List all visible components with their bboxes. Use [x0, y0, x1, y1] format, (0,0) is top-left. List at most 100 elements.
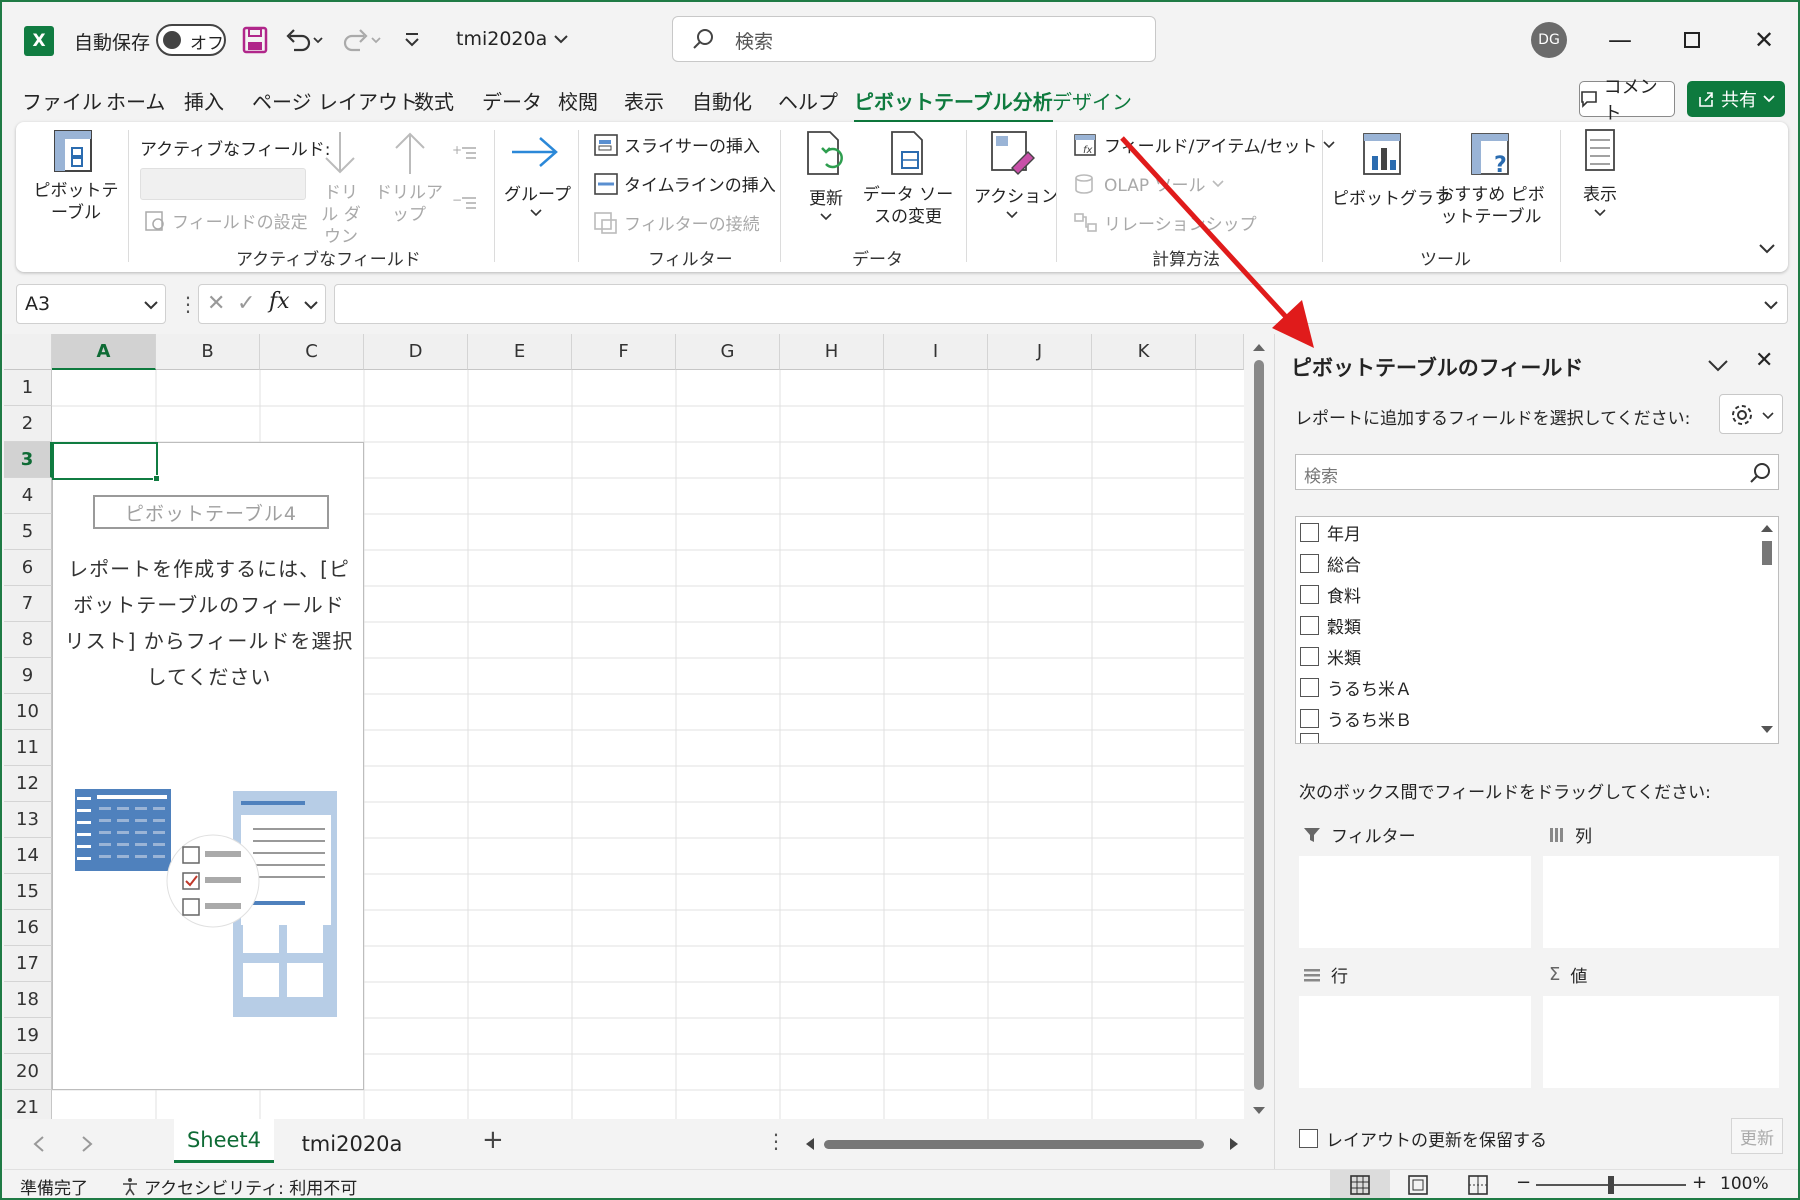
tools-button[interactable] — [1719, 394, 1783, 434]
column-header-j[interactable]: J — [988, 334, 1092, 370]
tab-automate[interactable]: 自動化 — [692, 86, 752, 115]
horizontal-scroll-thumb[interactable] — [824, 1140, 1204, 1149]
row-header[interactable]: 12 — [4, 766, 52, 802]
formula-input[interactable] — [334, 284, 1788, 324]
defer-checkbox[interactable] — [1299, 1129, 1318, 1148]
scroll-down-icon[interactable] — [1252, 1106, 1266, 1116]
field-checkbox[interactable] — [1300, 646, 1319, 666]
tab-file[interactable]: ファイル — [22, 86, 102, 115]
tab-design[interactable]: デザイン — [1052, 86, 1132, 115]
vertical-scrollbar[interactable] — [1244, 334, 1274, 1119]
tab-formulas[interactable]: 数式 — [414, 86, 454, 115]
column-header-a[interactable]: A — [52, 334, 156, 370]
zoom-slider-thumb[interactable] — [1608, 1176, 1614, 1194]
field-checkbox[interactable] — [1300, 708, 1319, 728]
row-header[interactable]: 16 — [4, 910, 52, 946]
sheet-tab-tmi2020a[interactable]: tmi2020a — [282, 1125, 422, 1163]
tab-view[interactable]: 表示 — [624, 86, 664, 115]
scroll-down-icon[interactable] — [1760, 725, 1774, 735]
fill-handle[interactable] — [153, 475, 160, 482]
collapse-ribbon-icon[interactable] — [1758, 242, 1776, 254]
collapse-field-icon[interactable]: − — [452, 192, 478, 212]
row-header[interactable]: 13 — [4, 802, 52, 838]
field-item[interactable]: 総合 — [1300, 548, 1361, 578]
comment-button[interactable]: コメント — [1579, 77, 1675, 124]
worksheet-grid[interactable]: A B C D E F G H I J K 1 2 3 4 5 6 7 8 9 … — [4, 334, 1244, 1119]
update-button[interactable]: 更新 — [1731, 1118, 1783, 1154]
field-item[interactable]: 食料 — [1300, 579, 1361, 609]
field-checkbox[interactable] — [1300, 522, 1319, 542]
maximize-icon[interactable] — [1672, 20, 1712, 60]
row-header[interactable]: 18 — [4, 982, 52, 1018]
share-button[interactable]: 共有 — [1687, 81, 1785, 117]
tab-data[interactable]: データ — [482, 86, 542, 115]
column-header-d[interactable]: D — [364, 334, 468, 370]
drill-up-button[interactable]: ドリルアップ — [372, 130, 446, 230]
search-box[interactable]: 検索 — [672, 16, 1156, 62]
tab-page-layout[interactable]: ページ レイアウト — [252, 86, 418, 115]
tab-split-handle-icon[interactable]: ⋮ — [766, 1129, 786, 1153]
field-item[interactable]: 米類 — [1300, 641, 1361, 671]
tab-insert[interactable]: 挿入 — [184, 86, 224, 115]
column-header-g[interactable]: G — [676, 334, 780, 370]
field-list-scroll-thumb[interactable] — [1762, 541, 1772, 565]
column-header-i[interactable]: I — [884, 334, 988, 370]
page-break-view-icon[interactable] — [1468, 1175, 1488, 1195]
field-item[interactable]: 穀類 — [1300, 610, 1361, 640]
pane-options-chevron-icon[interactable] — [1707, 358, 1729, 374]
row-header[interactable]: 3 — [4, 442, 52, 478]
row-header[interactable]: 4 — [4, 478, 52, 514]
field-checkbox[interactable] — [1300, 677, 1319, 697]
expand-field-icon[interactable]: + — [452, 142, 478, 162]
columns-drop-area[interactable] — [1543, 856, 1779, 948]
column-header-c[interactable]: C — [260, 334, 364, 370]
insert-function-icon[interactable]: fx — [269, 289, 290, 314]
field-settings-button[interactable]: フィールドの設定 — [144, 208, 308, 233]
show-button[interactable]: 表示 — [1568, 128, 1632, 228]
actions-button[interactable]: アクション — [974, 128, 1058, 232]
refresh-button[interactable]: 更新 — [794, 130, 858, 234]
field-checkbox[interactable] — [1300, 615, 1319, 635]
vertical-scroll-thumb[interactable] — [1254, 360, 1264, 1090]
more-icon[interactable]: ⋮ — [178, 292, 198, 316]
column-header-b[interactable]: B — [156, 334, 260, 370]
pane-close-icon[interactable]: ✕ — [1755, 348, 1773, 373]
row-header[interactable]: 11 — [4, 730, 52, 766]
scroll-right-icon[interactable] — [1228, 1137, 1240, 1151]
scroll-left-icon[interactable] — [804, 1137, 816, 1151]
field-item[interactable]: うるち米Ｂ — [1300, 703, 1412, 733]
rows-drop-area[interactable] — [1299, 996, 1531, 1088]
selected-cell-a3[interactable] — [52, 442, 160, 482]
zoom-in-icon[interactable]: + — [1692, 1172, 1707, 1193]
active-field-input[interactable] — [140, 168, 306, 200]
zoom-level[interactable]: 100% — [1720, 1174, 1769, 1194]
tab-pivot-analyze[interactable]: ピボットテーブル分析 — [854, 86, 1053, 123]
minimize-icon[interactable]: — — [1600, 20, 1640, 60]
column-header-e[interactable]: E — [468, 334, 572, 370]
field-list-scrollbar[interactable] — [1756, 517, 1778, 743]
row-header[interactable]: 17 — [4, 946, 52, 982]
row-header[interactable]: 7 — [4, 586, 52, 622]
row-header[interactable]: 2 — [4, 406, 52, 442]
filter-connections-button[interactable]: フィルターの接続 — [594, 210, 760, 235]
add-sheet-icon[interactable]: + — [482, 1125, 504, 1155]
recommended-pivot-button[interactable]: ? おすすめ ピボットテーブル — [1434, 130, 1548, 230]
row-header[interactable]: 10 — [4, 694, 52, 730]
normal-view-button[interactable] — [1330, 1170, 1390, 1198]
cancel-icon[interactable]: ✕ — [207, 291, 225, 316]
select-all-corner[interactable] — [4, 334, 52, 370]
column-header-h[interactable]: H — [780, 334, 884, 370]
autosave-toggle[interactable]: オフ — [156, 24, 226, 56]
field-checkbox[interactable] — [1300, 553, 1319, 573]
row-header[interactable]: 8 — [4, 622, 52, 658]
drill-down-button[interactable]: ドリル ダウン — [312, 130, 368, 247]
sheet-tab-sheet4[interactable]: Sheet4 — [174, 1119, 274, 1163]
page-layout-view-icon[interactable] — [1408, 1175, 1428, 1195]
prev-sheet-icon[interactable] — [32, 1135, 46, 1153]
field-checkbox[interactable] — [1300, 584, 1319, 604]
accessibility-status[interactable]: アクセシビリティ: 利用不可 — [120, 1174, 357, 1198]
row-header[interactable]: 14 — [4, 838, 52, 874]
defer-layout-update[interactable]: レイアウトの更新を保留する — [1299, 1126, 1547, 1151]
tab-help[interactable]: ヘルプ — [778, 86, 838, 115]
document-title[interactable]: tmi2020a — [456, 28, 569, 50]
